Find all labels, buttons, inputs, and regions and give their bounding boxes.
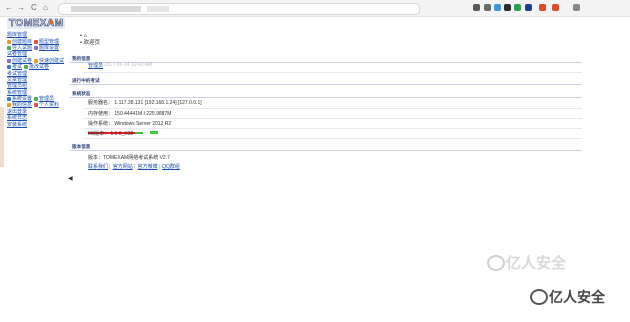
menu-item-icon: [34, 103, 39, 108]
os-label: 操作系统：: [88, 121, 114, 127]
address-bar[interactable]: [58, 3, 420, 15]
menu-item-icon: [7, 103, 11, 108]
greeting-time: 2017-06-14 10:43 AM: [104, 62, 153, 68]
menu-item-icon: [7, 39, 11, 44]
sidebar-item-link[interactable]: 系统管理: [7, 90, 27, 96]
extension-icon[interactable]: [573, 4, 580, 11]
sidebar-accent-strip: [0, 107, 4, 167]
sidebar-item-link[interactable]: 快速创建试: [39, 58, 64, 64]
sidebar-item: 安装系统: [7, 121, 67, 128]
menu-item-icon: [7, 97, 11, 102]
sidebar-item-link[interactable]: 安装系统: [7, 122, 27, 128]
logo-flame-icon: ♦: [49, 17, 55, 28]
greeting-user[interactable]: 管理员: [88, 62, 103, 69]
memory-label: 内存使用：: [88, 111, 114, 117]
sidebar-item-link[interactable]: 管理员组: [7, 83, 27, 89]
sidebar-item-link[interactable]: 创建试卷: [12, 58, 32, 64]
reload-icon[interactable]: C: [31, 3, 37, 13]
memory-free-bar-end: [150, 131, 158, 134]
link-qq-group[interactable]: QQ群组: [162, 164, 180, 170]
menu-item-icon: [34, 58, 39, 63]
row-divider: [84, 118, 582, 119]
menu-item-icon: [7, 58, 11, 63]
home-icon[interactable]: ⌂: [43, 3, 48, 13]
watermark-text-dark: 亿人安全: [549, 289, 605, 305]
breadcrumb: • ⌂ • 欢迎页: [80, 33, 100, 47]
section-divider: [70, 97, 582, 98]
memory-row: 内存使用： 150.44441M / 225.9887M: [88, 110, 171, 117]
app-logo: TOMEXAM: [7, 18, 66, 29]
extension-icon[interactable]: [525, 4, 532, 11]
menu-item-icon: [34, 39, 39, 44]
extension-icon[interactable]: [504, 4, 511, 11]
sidebar-item-link[interactable]: 系统日志: [7, 115, 27, 121]
menu-item-icon: [34, 97, 39, 102]
watermark-text: 亿人安全: [506, 255, 567, 272]
iis-row: IIS版本： 1.0.0_X32: [88, 130, 133, 137]
forward-icon[interactable]: →: [17, 3, 25, 13]
wechat-watermark-icon: [487, 255, 505, 271]
sidebar-item-link[interactable]: 题库设置: [39, 45, 59, 51]
collapse-sidebar-icon[interactable]: ◀: [68, 175, 73, 182]
extension-icon[interactable]: [484, 4, 491, 11]
url-redacted-tail: [147, 6, 169, 12]
section-divider: [70, 84, 582, 85]
extension-icon[interactable]: [473, 4, 480, 11]
memory-free-bar: [135, 132, 143, 134]
sidebar-item-link[interactable]: 题库管理: [7, 32, 27, 38]
row-divider: [84, 72, 582, 73]
menu-item-icon: [34, 45, 39, 50]
sidebar-item-link[interactable]: 试卷管理: [7, 51, 27, 57]
menu-item-icon: [24, 65, 29, 70]
footer-links: 联系我们| 官方网站| 官方微博| QQ群组: [88, 164, 180, 170]
sidebar-item-link[interactable]: 我的信息: [12, 102, 32, 108]
sidebar: TOMEXAM ♦ 题库管理 创建题目 题型管理 导入试题 题库设置 试卷管理 创建试卷 快速…: [0, 17, 66, 322]
extension-icon[interactable]: [514, 4, 521, 11]
sidebar-item-link[interactable]: 题型管理: [39, 39, 59, 45]
link-weibo[interactable]: 官方微博: [137, 164, 157, 170]
wechat-watermark-icon-dark: [530, 289, 548, 305]
iis-label: IIS版本：: [88, 131, 110, 137]
section-divider: [70, 150, 582, 151]
sidebar-item-link[interactable]: 退出登录: [7, 109, 27, 115]
os-value: Windows Server 2012 R2: [114, 121, 172, 127]
iis-value: 1.0.0_X32: [110, 131, 134, 137]
extension-icon[interactable]: [494, 4, 501, 11]
row-divider: [84, 128, 582, 129]
browser-toolbar: ← → C ⌂: [0, 0, 630, 17]
version-text: 版本：TOMEXAM网络考试系统 V2.7: [88, 155, 170, 161]
server-label: 服务器名：: [88, 100, 114, 106]
server-value: 1.117.38.131 [192.168.1.24] [127.0.0.1]: [114, 100, 202, 106]
link-website[interactable]: 官方网站: [113, 164, 133, 170]
memory-value: 150.44441M / 225.9887M: [114, 111, 172, 117]
row-divider: [84, 138, 582, 139]
server-row: 服务器名： 1.117.38.131 [192.168.1.24] [127.0…: [88, 99, 202, 106]
sidebar-item-link[interactable]: 考试: [12, 64, 22, 70]
sidebar-item-link[interactable]: 创建题目: [12, 39, 32, 45]
back-icon[interactable]: ←: [5, 3, 13, 13]
sidebar-item-link[interactable]: 考试管理: [7, 71, 27, 77]
row-divider: [84, 108, 582, 109]
breadcrumb-welcome[interactable]: • 欢迎页: [80, 40, 100, 47]
menu-item-icon: [7, 65, 11, 70]
menu-item-icon: [7, 45, 11, 50]
sidebar-item-link[interactable]: 批改试卷: [29, 64, 49, 70]
extension-icon[interactable]: [552, 4, 559, 11]
os-row: 操作系统： Windows Server 2012 R2: [88, 120, 171, 127]
sidebar-item-link[interactable]: 个人资料: [39, 102, 59, 108]
link-contact[interactable]: 联系我们: [88, 164, 108, 170]
extension-icon[interactable]: [539, 4, 546, 11]
sidebar-menu: 题库管理 创建题目 题型管理 导入试题 题库设置 试卷管理 创建试卷 快速创建试 考试 批改试卷考…: [7, 32, 67, 128]
breadcrumb-home[interactable]: • ⌂: [80, 33, 100, 40]
url-redacted: [71, 6, 141, 12]
